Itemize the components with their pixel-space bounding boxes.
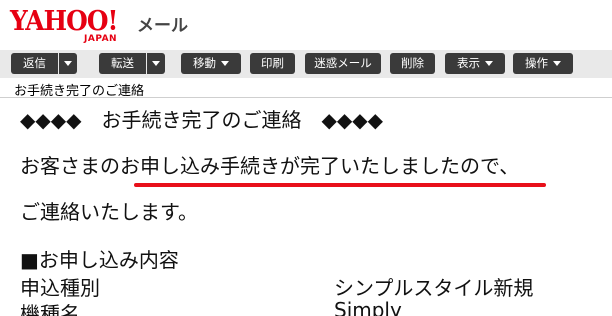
spam-button[interactable]: 迷惑メール [305, 53, 381, 74]
actions-label: 操作 [525, 56, 548, 70]
detail-value: シンプルスタイル新規 [334, 276, 534, 300]
subject-bar: お手続き完了のご連絡 [0, 78, 612, 99]
detail-label: 機種名 [20, 302, 80, 316]
red-underline-annotation [134, 183, 546, 187]
print-button[interactable]: 印刷 [250, 53, 295, 74]
delete-button[interactable]: 削除 [390, 53, 435, 74]
forward-options-button[interactable] [147, 53, 165, 74]
reply-options-button[interactable] [59, 53, 77, 74]
service-name[interactable]: メール [137, 11, 188, 36]
chevron-down-icon [64, 61, 72, 66]
message-toolbar: 返信 転送 移動 印刷 迷惑メール 削除 表示 操作 [0, 50, 612, 78]
message-subject: お手続き完了のご連絡 [14, 84, 145, 99]
chevron-down-icon [221, 61, 229, 66]
view-label: 表示 [457, 56, 480, 70]
move-button[interactable]: 移動 [181, 53, 241, 74]
forward-button[interactable]: 転送 [99, 53, 146, 74]
chevron-down-icon [485, 61, 493, 66]
logo-subtext: JAPAN [84, 34, 118, 44]
actions-menu-button[interactable]: 操作 [513, 53, 573, 74]
body-title: ◆◆◆◆ お手続き完了のご連絡 ◆◆◆◆ [20, 108, 384, 132]
logo-wordmark: YAHOO! [10, 6, 118, 37]
message-body: ◆◆◆◆ お手続き完了のご連絡 ◆◆◆◆ お客さまのお申し込み手続きが完了いたし… [0, 98, 612, 316]
body-paragraph-line-1: お客さまのお申し込み手続きが完了いたしましたので、 [20, 154, 520, 178]
yahoo-japan-logo[interactable]: YAHOO! JAPAN [10, 6, 134, 44]
mail-header: YAHOO! JAPAN メール [0, 0, 612, 50]
detail-label: 申込種別 [20, 276, 100, 300]
detail-value: Simply [334, 298, 402, 316]
view-menu-button[interactable]: 表示 [445, 53, 505, 74]
reply-button[interactable]: 返信 [11, 53, 58, 74]
body-paragraph-line-2: ご連絡いたします。 [20, 200, 198, 224]
chevron-down-icon [152, 61, 160, 66]
chevron-down-icon [553, 61, 561, 66]
move-label: 移動 [193, 56, 216, 70]
section-heading: ■お申し込み内容 [20, 248, 179, 272]
